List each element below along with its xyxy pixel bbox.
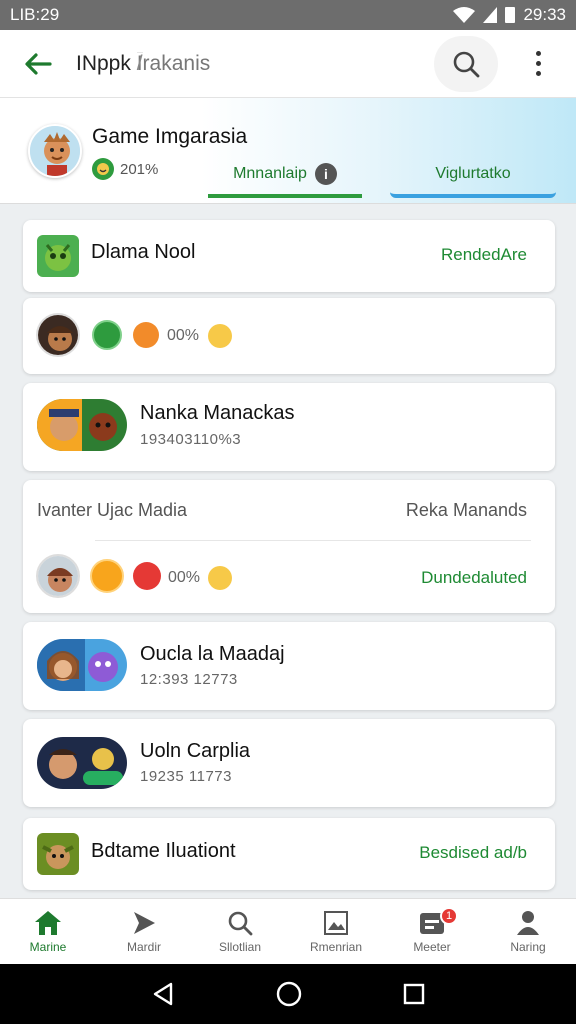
game-card[interactable]: Dlama Nool RendedAre (23, 220, 555, 292)
wifi-icon (453, 7, 476, 23)
nav-item-play[interactable]: Mardir (96, 899, 192, 964)
game-thumbnail-icon (37, 639, 127, 691)
search-icon (453, 51, 480, 77)
game-id: 193403110%3 (140, 431, 242, 448)
phone-reaction-icon[interactable] (133, 562, 161, 590)
breadcrumb: INppk / Irakanis (76, 51, 434, 76)
arrow-left-icon (25, 52, 52, 75)
dot-icon (535, 51, 541, 56)
image-icon (324, 910, 348, 935)
sun-reaction-icon[interactable] (90, 559, 124, 593)
profile-avatar[interactable] (28, 124, 82, 178)
nav-label: Mardir (126, 939, 161, 954)
status-time-right: 29:33 (523, 5, 566, 24)
status-time-left: LIB:29 (10, 5, 60, 24)
notification-badge: 1 (440, 907, 458, 925)
tab-secondary[interactable]: Viglurtatko (390, 154, 556, 198)
section-card: Ivanter Ujac Madia Reka Manands 00% Dund… (23, 480, 555, 613)
game-card[interactable]: Uoln Carplia 19235 11773 (23, 719, 555, 807)
reaction-percent: 00% (167, 327, 200, 344)
status-bar: LIB:29 29:33 (0, 0, 576, 30)
like-reaction-icon[interactable] (92, 320, 122, 350)
breadcrumb-separator: / (136, 51, 143, 75)
nav-label: Naring (510, 939, 546, 954)
angry-emoji-icon[interactable] (133, 322, 159, 348)
game-title: Dlama Nool (91, 241, 196, 263)
user-avatar[interactable] (36, 554, 80, 598)
game-title: Nanka Manackas (140, 402, 295, 424)
divider (95, 540, 531, 541)
game-thumbnail-icon (37, 833, 79, 875)
signal-icon (483, 7, 498, 23)
back-button[interactable] (0, 30, 76, 98)
home-icon (35, 910, 61, 935)
play-icon (134, 911, 155, 934)
info-icon: i (314, 163, 337, 185)
battery-icon (505, 7, 516, 23)
nav-item-gallery[interactable]: Rmenrian (288, 899, 384, 964)
bottom-navigation: Marine Mardir Sllotlian Rmenrian 1 Meete… (0, 898, 576, 964)
section-header-left: Ivanter Ujac Madia (37, 500, 188, 520)
person-icon (517, 910, 539, 935)
section-header-right[interactable]: Reka Manands (406, 500, 527, 521)
smile-emoji-icon[interactable] (208, 566, 232, 590)
nav-item-inbox[interactable]: 1 Meeter (384, 899, 480, 964)
nav-label: Marine (29, 939, 67, 954)
tab-primary-label: Mnnanlaip (233, 165, 307, 182)
profile-name: Game Imgarasia (92, 125, 248, 148)
search-icon (228, 911, 253, 935)
character-avatar-icon (30, 126, 80, 176)
nav-label: Rmenrian (309, 939, 363, 954)
recents-square-icon[interactable] (403, 983, 425, 1005)
nav-item-search[interactable]: Sllotlian (192, 899, 288, 964)
smile-badge-icon (92, 158, 114, 180)
breadcrumb-title[interactable]: INppk (76, 52, 131, 75)
game-thumbnail-icon (37, 399, 127, 451)
game-action-link[interactable]: Besdised ad/b (419, 843, 527, 863)
profile-header: Game Imgarasia 201% Mnnanlaip i Viglurta… (0, 98, 576, 204)
nav-item-home[interactable]: Marine (0, 899, 96, 964)
home-circle-icon[interactable] (276, 981, 302, 1007)
game-card[interactable]: Nanka Manackas 193403110%3 (23, 383, 555, 471)
status-icons: 29:33 (453, 5, 566, 25)
more-options-button[interactable] (518, 36, 558, 92)
game-title: Oucla la Maadaj (140, 643, 285, 665)
dot-icon (535, 71, 541, 76)
game-title: Uoln Carplia (140, 740, 251, 762)
game-thumbnail-icon (37, 235, 79, 277)
nav-label: Meeter (413, 939, 451, 954)
back-triangle-icon[interactable] (151, 982, 175, 1006)
tab-primary[interactable]: Mnnanlaip i (208, 154, 362, 198)
game-title: Bdtame Iluationt (91, 840, 236, 862)
game-id: 19235 11773 (140, 768, 232, 785)
user-avatar[interactable] (36, 313, 80, 357)
dot-icon (535, 61, 541, 66)
game-action-link[interactable]: RendedAre (441, 245, 527, 265)
system-navigation-bar (0, 964, 576, 1024)
reaction-percent: 00% (168, 569, 201, 586)
app-bar: INppk / Irakanis (0, 30, 576, 98)
game-thumbnail-icon (37, 737, 127, 789)
action-link[interactable]: Dundedaluted (421, 568, 527, 588)
game-card[interactable]: Oucla la Maadaj 12:393 12773 (23, 622, 555, 710)
smile-emoji-icon[interactable] (208, 324, 232, 348)
nav-item-profile[interactable]: Naring (480, 899, 576, 964)
game-card[interactable]: Bdtame Iluationt Besdised ad/b (23, 818, 555, 890)
breadcrumb-subtitle: Irakanis (136, 51, 211, 75)
profile-stat: 201% (92, 158, 158, 180)
tab-secondary-label: Viglurtatko (435, 165, 511, 182)
profile-stat-value: 201% (120, 160, 159, 178)
game-id: 12:393 12773 (140, 671, 238, 688)
reaction-card[interactable]: 00% (23, 298, 555, 374)
nav-label: Sllotlian (218, 939, 262, 954)
search-button[interactable] (434, 35, 498, 92)
